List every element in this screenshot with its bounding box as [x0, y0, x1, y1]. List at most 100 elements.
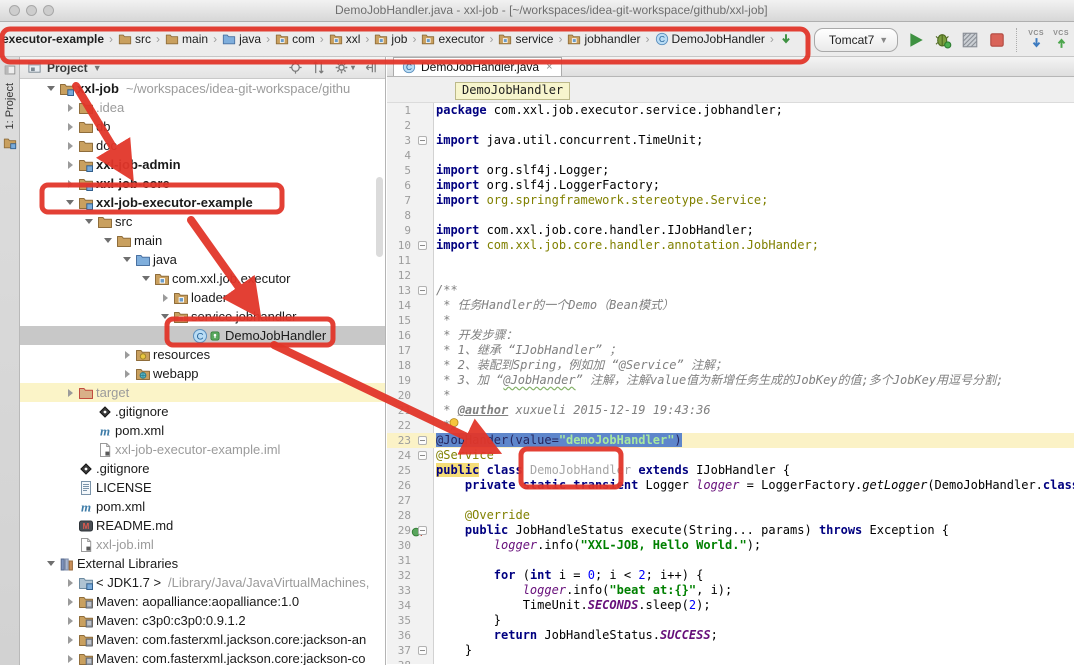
- tree-row-maven-com.fasterxml.jackson.core-jackson-an[interactable]: Maven: com.fasterxml.jackson.core:jackso…: [20, 630, 385, 649]
- tree-row-xxl-job-core[interactable]: xxl-job-core: [20, 174, 385, 193]
- tree-expand-closed-icon[interactable]: [63, 142, 77, 150]
- breadcrumb-item-java[interactable]: java: [222, 32, 261, 46]
- code-line-32[interactable]: 32 for (int i = 0; i < 2; i++) {: [387, 568, 1074, 583]
- tool-window-icon[interactable]: [2, 62, 17, 77]
- locate-file-icon[interactable]: [288, 60, 303, 75]
- tree-row-db[interactable]: db: [20, 117, 385, 136]
- tree-expand-open-icon[interactable]: [44, 561, 58, 566]
- tree-expand-closed-icon[interactable]: [63, 161, 77, 169]
- folder-icon[interactable]: [2, 135, 17, 150]
- tree-row-target[interactable]: target: [20, 383, 385, 402]
- tree-expand-closed-icon[interactable]: [120, 351, 134, 359]
- tree-row--jdk1.7-[interactable]: < JDK1.7 >/Library/Java/JavaVirtualMachi…: [20, 573, 385, 592]
- tree-row-xxl-job-executor-example[interactable]: xxl-job-executor-example: [20, 193, 385, 212]
- tree-expand-closed-icon[interactable]: [63, 636, 77, 644]
- fold-marker-icon[interactable]: [418, 436, 427, 445]
- tree-expand-closed-icon[interactable]: [63, 123, 77, 131]
- code-line-22[interactable]: 22 */: [387, 418, 1074, 433]
- code-line-4[interactable]: 4: [387, 148, 1074, 163]
- code-line-12[interactable]: 12: [387, 268, 1074, 283]
- code-line-8[interactable]: 8: [387, 208, 1074, 223]
- breadcrumb-item-src[interactable]: src: [118, 32, 151, 46]
- code-line-10[interactable]: 10import com.xxl.job.core.handler.annota…: [387, 238, 1074, 253]
- tree-expand-closed-icon[interactable]: [63, 579, 77, 587]
- code-line-9[interactable]: 9import com.xxl.job.core.handler.IJobHan…: [387, 223, 1074, 238]
- code-line-13[interactable]: 13/**: [387, 283, 1074, 298]
- tree-expand-open-icon[interactable]: [158, 314, 172, 319]
- code-line-30[interactable]: 30 logger.info("XXL-JOB, Hello World.");: [387, 538, 1074, 553]
- tree-expand-open-icon[interactable]: [82, 219, 96, 224]
- code-line-15[interactable]: 15 *: [387, 313, 1074, 328]
- tree-row-webapp[interactable]: webapp: [20, 364, 385, 383]
- code-line-2[interactable]: 2: [387, 118, 1074, 133]
- breadcrumb-item-jobhandler[interactable]: jobhandler: [567, 32, 640, 46]
- tree-row-main[interactable]: main: [20, 231, 385, 250]
- tree-row-readme.md[interactable]: MREADME.md: [20, 516, 385, 535]
- fold-marker-icon[interactable]: [418, 451, 427, 460]
- tree-row-external-libraries[interactable]: External Libraries: [20, 554, 385, 573]
- tree-row-demojobhandler[interactable]: CDemoJobHandler: [20, 326, 385, 345]
- code-line-24[interactable]: 24@Service: [387, 448, 1074, 463]
- code-line-14[interactable]: 14 * 任务Handler的一个Demo（Bean模式）: [387, 298, 1074, 313]
- tree-expand-open-icon[interactable]: [101, 238, 115, 243]
- code-line-21[interactable]: 21 * @author xuxueli 2015-12-19 19:43:36: [387, 403, 1074, 418]
- project-tool-window-button[interactable]: 1: Project: [4, 83, 16, 129]
- breadcrumb-item-demojobhandler[interactable]: CDemoJobHandler: [655, 32, 765, 46]
- navigate-down-icon[interactable]: [779, 32, 793, 46]
- tree-row-maven-c3p0-c3p0-0.9.1.2[interactable]: Maven: c3p0:c3p0:0.9.1.2: [20, 611, 385, 630]
- code-line-38[interactable]: 38: [387, 658, 1074, 664]
- tree-row-maven-aopalliance-aopalliance-1.0[interactable]: Maven: aopalliance:aopalliance:1.0: [20, 592, 385, 611]
- tree-row-java[interactable]: java: [20, 250, 385, 269]
- code-line-28[interactable]: 28 @Override: [387, 508, 1074, 523]
- run-with-coverage-button[interactable]: [961, 31, 979, 49]
- tree-expand-closed-icon[interactable]: [120, 370, 134, 378]
- stop-button[interactable]: [988, 31, 1006, 49]
- code-line-17[interactable]: 17 * 1、继承 “IJobHandler” ；: [387, 343, 1074, 358]
- tree-row-resources[interactable]: resources: [20, 345, 385, 364]
- tree-row-maven-com.fasterxml.jackson.core-jackson-co[interactable]: Maven: com.fasterxml.jackson.core:jackso…: [20, 649, 385, 665]
- tree-row-.idea[interactable]: .idea: [20, 98, 385, 117]
- tree-expand-closed-icon[interactable]: [63, 180, 77, 188]
- tree-row-xxl-job[interactable]: xxl-job~/workspaces/idea-git-workspace/g…: [20, 79, 385, 98]
- close-icon[interactable]: ×: [546, 61, 552, 73]
- window-minimize-button[interactable]: [26, 5, 37, 16]
- breadcrumb-item-executor-example[interactable]: executor-example: [2, 32, 104, 46]
- code-line-18[interactable]: 18 * 2、装配到Spring，例如加 “@Service” 注解；: [387, 358, 1074, 373]
- tree-expand-closed-icon[interactable]: [63, 655, 77, 663]
- code-line-20[interactable]: 20 *: [387, 388, 1074, 403]
- code-line-37[interactable]: 37 }: [387, 643, 1074, 658]
- tree-expand-closed-icon[interactable]: [63, 598, 77, 606]
- breadcrumb-item-service[interactable]: service: [498, 32, 553, 46]
- tree-row-com.xxl.job.executor[interactable]: com.xxl.job.executor: [20, 269, 385, 288]
- fold-marker-icon[interactable]: [418, 136, 427, 145]
- tree-expand-open-icon[interactable]: [44, 86, 58, 91]
- code-line-19[interactable]: 19 * 3、加 “@JobHander” 注解，注解value值为新增任务生成…: [387, 373, 1074, 388]
- code-line-29[interactable]: 29 public JobHandleStatus execute(String…: [387, 523, 1074, 538]
- window-zoom-button[interactable]: [43, 5, 54, 16]
- run-button[interactable]: [907, 31, 925, 49]
- code-line-7[interactable]: 7import org.springframework.stereotype.S…: [387, 193, 1074, 208]
- tree-row-.gitignore[interactable]: .gitignore: [20, 402, 385, 421]
- tree-expand-open-icon[interactable]: [139, 276, 153, 281]
- breadcrumb-item-executor[interactable]: executor: [421, 32, 484, 46]
- tree-row-pom.xml[interactable]: mpom.xml: [20, 421, 385, 440]
- code-line-33[interactable]: 33 logger.info("beat at:{}", i);: [387, 583, 1074, 598]
- fold-marker-icon[interactable]: [418, 286, 427, 295]
- editor-tab-demojobhandler[interactable]: C DemoJobHandler.java ×: [393, 57, 562, 76]
- tree-row-src[interactable]: src: [20, 212, 385, 231]
- run-configuration-select[interactable]: Tomcat7 ▼: [814, 28, 898, 52]
- tree-row-xxl-job.iml[interactable]: xxl-job.iml: [20, 535, 385, 554]
- tree-expand-open-icon[interactable]: [120, 257, 134, 262]
- gear-icon[interactable]: [334, 60, 349, 75]
- breadcrumb-item-xxl[interactable]: xxl: [329, 32, 361, 46]
- code-line-3[interactable]: 3import java.util.concurrent.TimeUnit;: [387, 133, 1074, 148]
- intention-bulb-icon[interactable]: [447, 417, 461, 432]
- code-line-1[interactable]: 1package com.xxl.job.executor.service.jo…: [387, 103, 1074, 118]
- tree-row-loader[interactable]: loader: [20, 288, 385, 307]
- tree-row-pom.xml[interactable]: mpom.xml: [20, 497, 385, 516]
- breadcrumb-item-job[interactable]: job: [374, 32, 407, 46]
- tree-row-license[interactable]: LICENSE: [20, 478, 385, 497]
- vcs-commit-button[interactable]: VCS: [1053, 30, 1069, 49]
- debug-button[interactable]: [934, 31, 952, 49]
- code-line-16[interactable]: 16 * 开发步骤：: [387, 328, 1074, 343]
